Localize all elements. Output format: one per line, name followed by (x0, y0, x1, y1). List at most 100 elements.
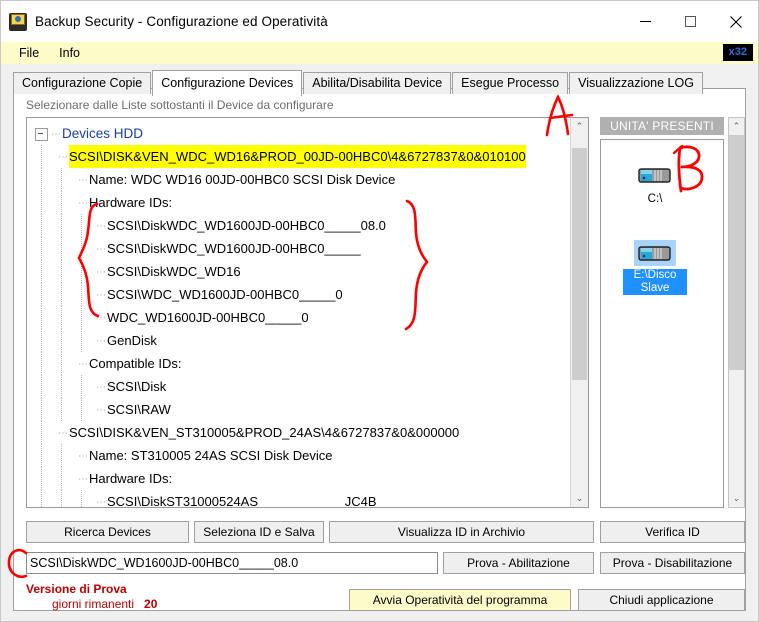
tree-guide-line (61, 237, 62, 260)
units-scrollbar-thumb[interactable] (729, 135, 744, 370)
devices-tree-box: ⋯Devices HDD ⋯SCSI\DISK&VEN_WDC_WD16&PROD… (26, 117, 589, 508)
device-id-input[interactable] (26, 552, 438, 574)
tree-guide-line (81, 237, 82, 260)
tree-connector-icon: ⋯ (96, 405, 106, 417)
tree-node[interactable]: ⋯Compatible IDs: (27, 352, 571, 375)
tree-scroll-down-button[interactable]: ⌄ (571, 490, 588, 507)
tab-esegue-processo[interactable]: Esegue Processo (452, 72, 569, 94)
menu-item-file[interactable]: File (9, 42, 49, 64)
window-controls (623, 1, 758, 42)
tree-guide-line (41, 421, 42, 444)
tree-node-label: SCSI\DiskWDC_WD1600JD-00HBC0_____ (107, 241, 361, 256)
tree-node[interactable]: ⋯SCSI\DiskWDC_WD1600JD-00HBC0_____08.0 (27, 214, 571, 237)
tree-node[interactable]: ⋯SCSI\WDC_WD1600JD-00HBC0_____0 (27, 283, 571, 306)
tree-guide-line (61, 260, 62, 283)
prova-abilitazione-button[interactable]: Prova - Abilitazione (443, 552, 594, 574)
units-scroll-up-button[interactable]: ⌃ (729, 118, 744, 135)
devices-tree[interactable]: ⋯Devices HDD ⋯SCSI\DISK&VEN_WDC_WD16&PROD… (27, 118, 571, 507)
tree-guide-line (81, 375, 82, 398)
tree-node[interactable]: ⋯SCSI\RAW (27, 398, 571, 421)
minimize-button[interactable] (623, 1, 668, 42)
trial-days-remaining: giorni rimanenti 20 (52, 597, 157, 611)
tree-guide-line (41, 444, 42, 467)
tree-connector-icon: ⋯ (78, 474, 88, 486)
tab-panel-configurazione-devices: Selezionare dalle Liste sottostanti il D… (13, 88, 746, 611)
tab-strip: Configurazione Copie Configurazione Devi… (13, 70, 758, 96)
units-panel[interactable]: C:\ E:\Disco Slave (600, 139, 724, 508)
tree-guide-line (81, 214, 82, 237)
tree-node-label: SCSI\WDC_WD1600JD-00HBC0_____0 (107, 287, 343, 302)
seleziona-id-e-salva-button[interactable]: Seleziona ID e Salva (194, 521, 324, 543)
tab-visualizzazione-log[interactable]: Visualizzazione LOG (569, 72, 703, 94)
tree-node[interactable]: ⋯SCSI\DiskWDC_WD1600JD-00HBC0_____ (27, 237, 571, 260)
tree-scrollbar[interactable]: ⌃ ⌄ (570, 118, 588, 507)
tree-node-label: Name: WDC WD16 00JD-00HBC0 SCSI Disk Dev… (89, 172, 396, 187)
tree-node[interactable]: ⋯SCSI\DiskWDC_WD16 (27, 260, 571, 283)
tree-node-label: Name: ST310005 24AS SCSI Disk Device (89, 448, 333, 463)
tree-guide-line (61, 191, 62, 214)
drive-label: C:\ (647, 193, 663, 205)
tree-guide-line (41, 145, 42, 168)
hard-disk-icon (638, 246, 671, 261)
drive-item[interactable]: C:\ (623, 162, 687, 206)
tree-scroll-up-button[interactable]: ⌃ (571, 118, 588, 135)
units-scrollbar[interactable]: ⌃ ⌄ (728, 117, 745, 508)
tree-node-label: GenDisk (107, 333, 157, 348)
trial-version-label: Versione di Prova (26, 582, 127, 596)
tree-collapse-icon[interactable] (35, 128, 48, 142)
visualizza-id-in-archivio-button[interactable]: Visualizza ID in Archivio (329, 521, 594, 543)
tree-guide-line (41, 191, 42, 214)
chiudi-applicazione-button[interactable]: Chiudi applicazione (578, 589, 745, 611)
tree-node[interactable]: ⋯Hardware IDs: (27, 191, 571, 214)
maximize-button[interactable] (668, 1, 713, 42)
tree-guide-line (41, 352, 42, 375)
tab-configurazione-copie[interactable]: Configurazione Copie (13, 72, 152, 94)
tree-scrollbar-thumb[interactable] (572, 148, 587, 380)
tab-configurazione-devices[interactable]: Configurazione Devices (152, 70, 303, 96)
tree-node-label: SCSI\DiskWDC_WD16 (107, 264, 241, 279)
tree-connector-icon: ⋯ (78, 359, 88, 371)
tree-node[interactable]: ⋯GenDisk (27, 329, 571, 352)
tree-node-label: Hardware IDs: (89, 195, 173, 210)
tree-guide-line (81, 306, 82, 329)
tree-node[interactable]: ⋯SCSI\DiskST31000524AS____________JC4B (27, 490, 571, 507)
units-scroll-down-button[interactable]: ⌄ (729, 490, 744, 507)
drive-label: E:\Disco Slave (623, 269, 687, 295)
tree-guide-line (61, 306, 62, 329)
tab-abilita-disabilita-device[interactable]: Abilita/Disabilita Device (303, 72, 452, 94)
avvia-operativita-button[interactable]: Avvia Operatività del programma (349, 589, 571, 611)
tree-guide-line (81, 490, 82, 507)
tree-node[interactable]: ⋯Name: ST310005 24AS SCSI Disk Device (27, 444, 571, 467)
tree-guide-line (61, 467, 62, 490)
prova-disabilitazione-button[interactable]: Prova - Disabilitazione (600, 552, 745, 574)
architecture-badge: x32 (722, 44, 753, 61)
units-panel-header: UNITA' PRESENTI (600, 117, 724, 135)
ricerca-devices-button[interactable]: Ricerca Devices (26, 521, 189, 543)
menu-item-info[interactable]: Info (49, 42, 90, 64)
tree-node-label: WDC_WD1600JD-00HBC0_____0 (107, 310, 309, 325)
hard-disk-icon (638, 168, 671, 183)
tree-node[interactable]: ⋯WDC_WD1600JD-00HBC0_____0 (27, 306, 571, 329)
tree-node[interactable]: ⋯SCSI\DISK&VEN_ST310005&PROD_24AS\4&6727… (27, 421, 571, 444)
tree-node[interactable]: ⋯SCSI\DISK&VEN_WDC_WD16&PROD_00JD-00HBC0… (27, 145, 571, 168)
tree-node[interactable]: ⋯Hardware IDs: (27, 467, 571, 490)
tree-guide-line (61, 398, 62, 421)
close-button[interactable] (713, 1, 758, 42)
tree-guide-line (41, 329, 42, 352)
tree-node-label: Hardware IDs: (89, 471, 173, 486)
tree-guide-line (41, 398, 42, 421)
tree-connector-icon: ⋯ (78, 451, 88, 463)
tree-guide-line (61, 375, 62, 398)
tree-guide-line (61, 168, 62, 191)
drive-label-row: E:\Disco Slave (623, 269, 687, 295)
menu-bar: File Info x32 (1, 42, 758, 64)
drive-item[interactable]: E:\Disco Slave (623, 240, 687, 295)
tree-node[interactable]: ⋯SCSI\Disk (27, 375, 571, 398)
window-title: Backup Security - Configurazione ed Oper… (35, 14, 328, 29)
tree-guide-line (61, 490, 62, 507)
tree-guide-line (61, 444, 62, 467)
tree-node-label: SCSI\DiskWDC_WD1600JD-00HBC0_____08.0 (107, 218, 386, 233)
tree-root-node[interactable]: ⋯Devices HDD (27, 122, 571, 145)
tree-node[interactable]: ⋯Name: WDC WD16 00JD-00HBC0 SCSI Disk De… (27, 168, 571, 191)
verifica-id-button[interactable]: Verifica ID (600, 521, 745, 543)
